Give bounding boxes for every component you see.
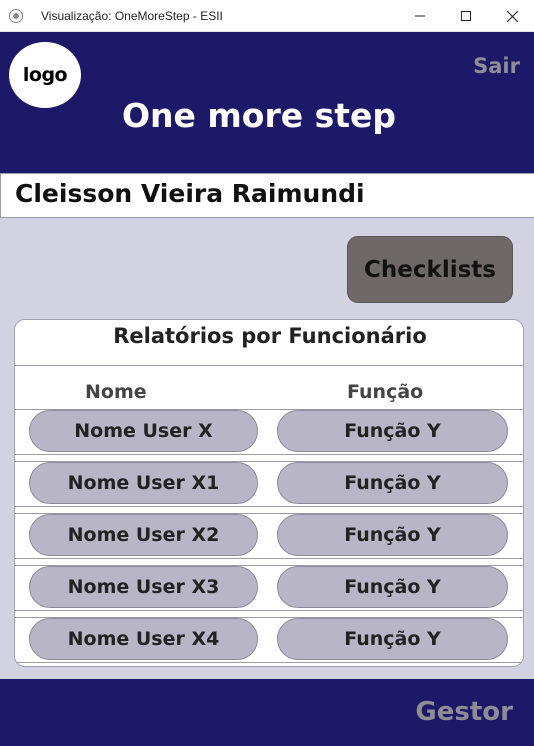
column-header-name: Nome xyxy=(85,381,147,403)
row-divider xyxy=(15,454,523,455)
app-header: logo Sair One more step xyxy=(0,32,534,173)
app-title: One more step xyxy=(121,96,397,135)
table-row: Nome User X4 Função Y xyxy=(15,617,523,666)
app-icon xyxy=(9,9,23,23)
row-divider xyxy=(15,506,523,507)
close-icon xyxy=(506,10,518,22)
employee-role-button[interactable]: Função Y xyxy=(277,410,508,452)
logout-button[interactable]: Sair xyxy=(473,54,520,78)
close-button[interactable] xyxy=(489,0,534,32)
user-name-bar: Cleisson Vieira Raimundi xyxy=(0,173,534,218)
app-footer: Gestor xyxy=(0,679,534,746)
employee-name-button[interactable]: Nome User X4 xyxy=(29,618,258,660)
row-divider xyxy=(15,662,523,663)
maximize-button[interactable] xyxy=(443,0,489,32)
employee-role-button[interactable]: Função Y xyxy=(277,566,508,608)
table-row: Nome User X2 Função Y xyxy=(15,513,523,565)
row-divider xyxy=(15,610,523,611)
column-header-role: Função xyxy=(347,381,424,403)
window-title: Visualização: OneMoreStep - ESII xyxy=(41,9,223,23)
employee-name-button[interactable]: Nome User X2 xyxy=(29,514,258,556)
window-titlebar: Visualização: OneMoreStep - ESII xyxy=(0,0,534,32)
report-title: Relatórios por Funcionário xyxy=(113,324,427,348)
employee-name-button[interactable]: Nome User X xyxy=(29,410,258,452)
row-divider xyxy=(15,558,523,559)
employee-role-button[interactable]: Função Y xyxy=(277,514,508,556)
maximize-icon xyxy=(461,11,471,21)
employee-name-button[interactable]: Nome User X1 xyxy=(29,462,258,504)
employee-role-button[interactable]: Função Y xyxy=(277,618,508,660)
report-panel: Relatórios por Funcionário Nome Função N… xyxy=(14,319,524,667)
table-row: Nome User X3 Função Y xyxy=(15,565,523,617)
user-name: Cleisson Vieira Raimundi xyxy=(15,179,365,208)
minimize-icon xyxy=(415,15,425,17)
employee-name-button[interactable]: Nome User X3 xyxy=(29,566,258,608)
employee-role-button[interactable]: Função Y xyxy=(277,462,508,504)
minimize-button[interactable] xyxy=(397,0,443,32)
user-role-label: Gestor xyxy=(415,697,513,727)
checklists-button[interactable]: Checklists xyxy=(347,236,513,303)
table-row: Nome User X1 Função Y xyxy=(15,461,523,513)
table-row: Nome User X Função Y xyxy=(15,409,523,461)
divider xyxy=(15,365,523,366)
